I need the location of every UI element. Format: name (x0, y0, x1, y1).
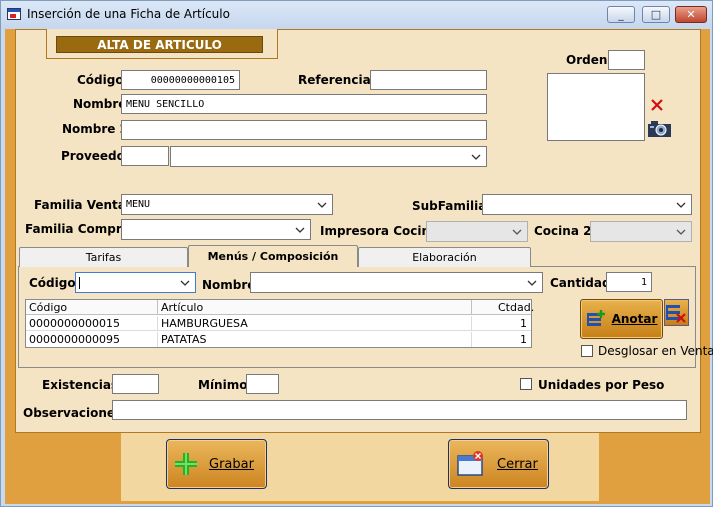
nombre2-label: Nombre 2 (62, 122, 128, 136)
minimo-label: Mínimo (198, 378, 248, 392)
chevron-down-icon (470, 151, 482, 163)
comp-codigo-label: Código (29, 276, 76, 290)
familia-ventas-value: MENU (126, 199, 151, 210)
observaciones-field[interactable] (112, 400, 687, 420)
grabar-button[interactable]: Grabar (166, 439, 267, 489)
comp-codigo-select[interactable] (75, 272, 196, 293)
impresora-cocina-label: Impresora Cocina (320, 224, 439, 238)
minimize-button[interactable]: _ (607, 6, 635, 23)
close-button[interactable]: ✕ (675, 6, 707, 23)
chevron-down-icon (316, 199, 328, 211)
subfamilia-select[interactable] (482, 194, 692, 215)
comp-nombre-select[interactable] (250, 272, 543, 293)
tab-menus-composicion[interactable]: Menús / Composición (188, 245, 358, 267)
row-ctdad: 1 (520, 317, 527, 330)
plus-icon (173, 451, 199, 477)
composition-table: Código Artículo Ctdad. 0000000000015 HAM… (25, 299, 534, 348)
comp-nombre-label: Nombre (202, 278, 256, 292)
cantidad-field[interactable]: 1 (606, 272, 652, 292)
proveedor-code-field[interactable] (121, 146, 169, 166)
close-icon: ✕ (686, 8, 696, 21)
tab-tarifas[interactable]: Tarifas (19, 247, 188, 267)
window-title: Inserción de una Ficha de Artículo (27, 7, 230, 21)
referencia-label: Referencia (298, 73, 371, 87)
chevron-down-icon (675, 199, 687, 211)
chevron-down-icon (526, 277, 538, 289)
familia-ventas-label: Familia Ventas (34, 198, 133, 212)
unidades-peso-checkbox[interactable] (520, 378, 532, 390)
col-articulo[interactable]: Artículo (161, 300, 203, 315)
cantidad-label: Cantidad (550, 276, 611, 290)
row-codigo: 0000000000015 (29, 317, 120, 330)
anotar-label: Anotar (611, 312, 658, 326)
table-row[interactable]: 0000000000095 PATATAS 1 (26, 332, 531, 347)
chevron-down-icon (179, 277, 191, 289)
chevron-down-icon (294, 224, 306, 236)
camera-icon[interactable] (647, 119, 673, 139)
section-title: ALTA DE ARTICULO (56, 36, 263, 53)
nombre-label: Nombre (73, 97, 127, 111)
row-articulo: PATATAS (161, 333, 207, 346)
app-icon (7, 8, 21, 20)
desglosar-label: Desglosar en Venta (598, 344, 713, 358)
cerrar-label: Cerrar (497, 456, 538, 472)
codigo-field[interactable]: 00000000000105 (121, 70, 240, 90)
cocina2-select[interactable] (590, 221, 692, 242)
orden-field[interactable] (608, 50, 645, 70)
title-bar: Inserción de una Ficha de Artículo _ □ ✕ (1, 1, 712, 29)
remove-from-list-button[interactable] (664, 299, 689, 326)
text-caret (79, 277, 80, 289)
row-ctdad: 1 (520, 333, 527, 346)
existencias-field[interactable] (112, 374, 159, 394)
orden-label: Orden (566, 53, 608, 67)
row-articulo: HAMBURGUESA (161, 317, 248, 330)
delete-photo-icon[interactable] (649, 97, 665, 113)
chevron-down-icon (675, 226, 687, 238)
unidades-peso-label: Unidades por Peso (538, 378, 665, 392)
table-row[interactable]: 0000000000015 HAMBURGUESA 1 (26, 316, 531, 331)
minimo-field[interactable] (246, 374, 279, 394)
nombre2-field[interactable] (121, 120, 487, 140)
grabar-label: Grabar (209, 456, 254, 472)
nombre-field[interactable]: MENU SENCILLO (121, 94, 487, 114)
close-window-icon (457, 451, 485, 477)
subfamilia-label: SubFamilia (412, 199, 487, 213)
codigo-label: Código (77, 73, 124, 87)
maximize-icon: □ (650, 8, 662, 21)
desglosar-checkbox[interactable] (581, 345, 593, 357)
observaciones-label: Observaciones (23, 406, 123, 420)
impresora-cocina-select[interactable] (426, 221, 528, 242)
table-header: Código Artículo Ctdad. (26, 300, 534, 315)
remove-from-list-icon (665, 305, 688, 328)
familia-ventas-select[interactable]: MENU (121, 194, 333, 215)
tab-elaboracion[interactable]: Elaboración (358, 247, 531, 267)
cocina2-label: Cocina 2 (534, 224, 592, 238)
referencia-field[interactable] (370, 70, 487, 90)
maximize-button[interactable]: □ (642, 6, 670, 23)
cerrar-button[interactable]: Cerrar (448, 439, 549, 489)
chevron-down-icon (511, 226, 523, 238)
window: Inserción de una Ficha de Artículo _ □ ✕… (0, 0, 713, 507)
minimize-icon: _ (618, 8, 624, 21)
col-codigo[interactable]: Código (29, 300, 67, 315)
col-ctdad[interactable]: Ctdad. (498, 300, 534, 315)
row-codigo: 0000000000095 (29, 333, 120, 346)
article-photo[interactable] (547, 73, 645, 141)
proveedor-select[interactable] (170, 146, 487, 167)
familia-compras-select[interactable] (121, 219, 311, 240)
existencias-label: Existencias (42, 378, 119, 392)
add-to-list-icon (586, 309, 608, 329)
anotar-button[interactable]: Anotar (580, 299, 663, 339)
